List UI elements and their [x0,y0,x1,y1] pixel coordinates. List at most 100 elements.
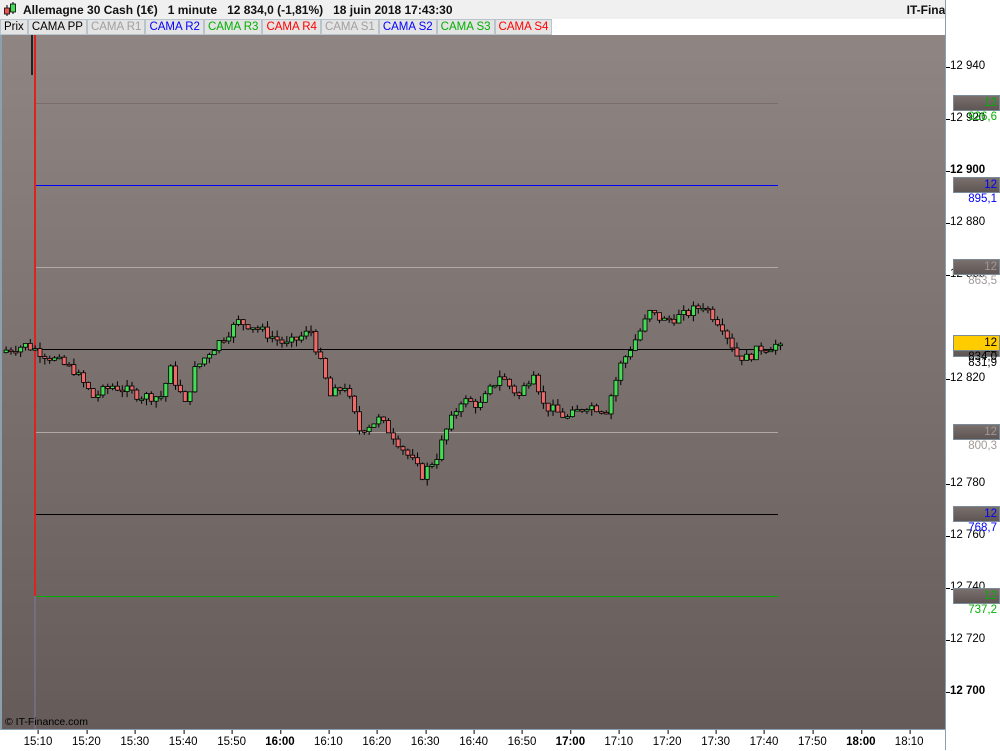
x-tick-label: 16:40 [459,730,488,748]
candle-down [318,351,324,359]
legend-tab-cama-r1[interactable]: CAMA R1 [86,19,146,35]
candle-up [608,395,614,415]
y-tick-label: 12 940 [945,60,986,72]
candle-down [468,398,474,402]
candle-up [439,439,445,460]
candle-down [361,430,367,433]
x-tick-label: 15:30 [120,730,150,748]
candle-down [61,356,67,365]
candle-down [134,389,140,400]
candle-up [434,459,440,466]
legend-tab-cama-s2[interactable]: CAMA S2 [378,19,437,35]
candle-down [47,357,53,361]
candle-up [168,365,174,384]
candle-up [342,388,348,391]
candle-up [570,409,575,418]
legend-tab-cama-s4[interactable]: CAMA S4 [494,19,553,35]
candle-down [381,416,387,421]
candle-up [623,356,629,364]
candle-down [705,308,711,311]
candlestick-logo-icon [4,2,16,16]
candle-up [478,401,483,408]
candle-down [560,411,566,418]
candle-down [245,324,251,330]
legend-tab-cama-r3[interactable]: CAMA R3 [203,19,263,35]
candle-down [13,351,19,354]
candle-down [763,350,769,353]
candle-down [308,330,314,334]
candle-down [603,411,609,415]
candle-up [628,350,633,358]
candle-up [744,353,750,361]
candle-down [119,389,125,393]
plot-area [3,35,783,729]
candle-down [749,353,754,361]
candle-down [536,374,541,393]
candle-up [366,426,372,433]
candle-down [579,409,585,412]
x-tick-label: 17:10 [604,730,634,748]
candle-up [139,398,145,401]
candle-up [332,387,338,397]
candle-down [265,326,270,339]
candle-up [236,319,241,325]
legend-tab-cama-pp[interactable]: CAMA PP [27,19,87,35]
candle-up [32,348,38,351]
x-tick-label: 16:50 [507,730,537,748]
candle-down [148,393,154,402]
candle-up [492,384,498,388]
candle-down [129,385,135,391]
candle-down [177,384,183,393]
candle-up [700,308,706,311]
price-chart[interactable]: © IT-Finance.com [0,35,945,729]
legend-tab-prix[interactable]: Prix [0,19,28,35]
candle-up [681,310,687,315]
candle-up [676,314,682,324]
candle-up [187,391,193,402]
candle-up [202,357,207,365]
candle-down [739,355,745,361]
candle-up [550,404,556,412]
candle-up [487,385,493,395]
candle-up [642,318,648,332]
candle-down [115,385,120,391]
candle-up [637,330,643,341]
candle-up [521,385,527,396]
y-tick-label: 12 820 [945,372,986,385]
candle-up [250,327,256,330]
legend-tab-cama-r4[interactable]: CAMA R4 [262,19,321,35]
candle-down [395,438,401,448]
candle-up [574,409,580,412]
candle-down [473,400,479,408]
candle-down [415,457,420,465]
candle-down [729,337,735,349]
candle-down [255,327,261,330]
candle-down [516,392,522,396]
candle-up [3,349,9,354]
x-tick-label: 17:40 [749,730,779,748]
candle-down [555,404,561,413]
candle-up [269,336,275,339]
y-tick-label: 12 720 [945,632,986,645]
time-axis: 15:10 15:20 15:30 15:40 15:50 16:00 16:10 16:20… [0,729,945,751]
price-axis: 12 94012 92012 90012 88012 86012 82012 7… [945,0,1000,750]
candle-up [768,349,774,353]
legend-tab-cama-s1[interactable]: CAMA S1 [320,19,379,35]
candle-up [163,383,169,397]
title-bar: Allemagne 30 Cash (1€) 1 minute 12 834,0… [0,0,1000,19]
candle-up [371,423,377,428]
level-price-label: 12 737,2 [953,588,1000,616]
candle-up [192,366,198,393]
candle-down [734,347,740,357]
candle-down [652,310,658,314]
candle-up [753,345,759,361]
y-tick-label: 12 900 [945,164,986,177]
copyright: © IT-Finance.com [5,716,89,728]
legend-tab-cama-r2[interactable]: CAMA R2 [145,19,204,35]
candle-up [216,340,222,352]
candle-up [158,396,164,399]
candle-down [758,345,764,352]
candle-down [279,339,285,344]
legend-tab-cama-s3[interactable]: CAMA S3 [436,19,495,35]
candle-down [323,358,328,379]
